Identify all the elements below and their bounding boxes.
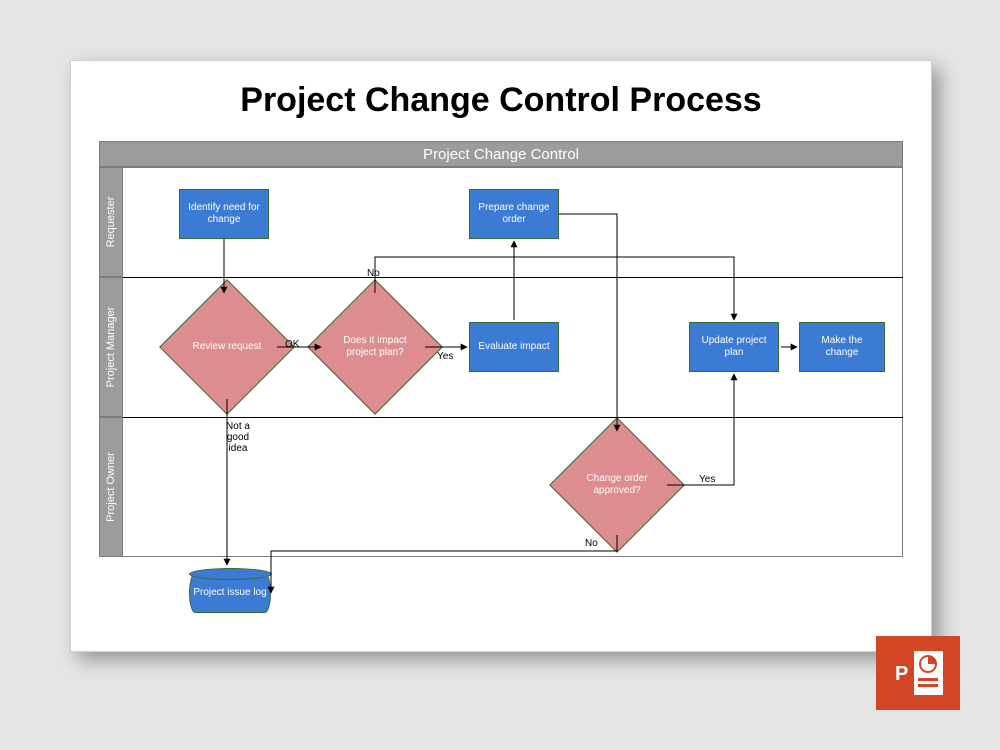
edge-label-yes2: Yes [699,474,715,485]
edge-label-no2: No [585,538,598,549]
slide-title: Project Change Control Process [71,81,931,120]
edge-label-no: No [367,268,380,279]
swimlane-header: Project Change Control [99,141,903,167]
node-impact-question: Does it impact project plan? [307,279,443,415]
edge-label-not-good: Not a good idea [217,421,259,454]
lane-label-requester: Requester [99,167,123,277]
svg-text:P: P [895,663,908,685]
node-update-plan: Update project plan [689,322,779,372]
powerpoint-icon: P [876,636,960,710]
diagram-canvas: Project Change Control Requester Project… [99,141,903,611]
node-evaluate-impact: Evaluate impact [469,322,559,372]
node-identify-need: Identify need for change [179,189,269,239]
slide-card: Project Change Control Process Project C… [70,60,932,652]
lane-label-project-manager: Project Manager [99,277,123,417]
lane-divider-1 [123,277,903,278]
node-issue-log: Project issue log [189,573,271,613]
node-change-approved: Change order approved? [549,417,685,553]
node-review-request: Review request [159,279,295,415]
edge-label-ok: OK [285,339,299,350]
edge-label-yes: Yes [437,351,453,362]
node-prepare-change-order: Prepare change order [469,189,559,239]
lane-divider-2 [123,417,903,418]
lane-label-project-owner: Project Owner [99,417,123,557]
node-make-change: Make the change [799,322,885,372]
